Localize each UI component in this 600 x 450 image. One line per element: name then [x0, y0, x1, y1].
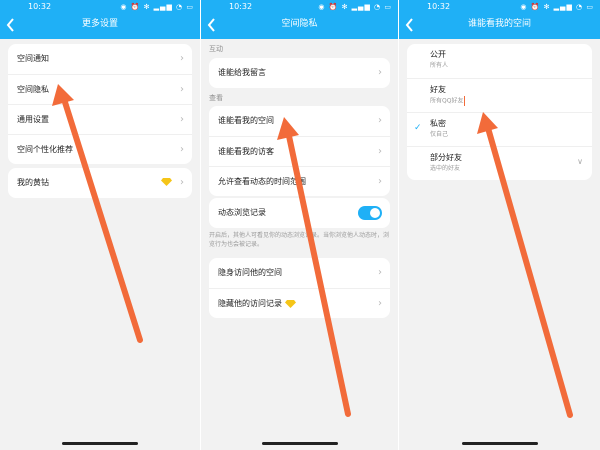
row-label: 谁能看我的空间	[218, 116, 274, 125]
interact-card: 谁能给我留言 ›	[209, 58, 390, 88]
yellow-diamond-icon	[284, 299, 296, 308]
row-label: 空间个性化推荐	[17, 145, 73, 154]
row-who-can-leave-message[interactable]: 谁能给我留言 ›	[209, 58, 390, 88]
yellow-diamond-icon	[161, 178, 172, 186]
option-title: 公开	[430, 50, 446, 59]
top-bar: 10:32 ◉ ⏰ ✻ ▂▄▆ ◔ ▭ 更多设置	[0, 0, 200, 39]
chevron-right-icon: ›	[180, 53, 184, 64]
back-chevron-icon[interactable]	[4, 16, 18, 34]
row-label: 隐身访问他的空间	[218, 268, 282, 277]
row-hide-visit-record[interactable]: 隐藏他的访问记录 ›	[209, 288, 390, 318]
row-label: 我的黄钻	[17, 178, 49, 187]
option-public[interactable]: 公开 所有人	[407, 44, 592, 78]
browse-record-description: 开启后，其他人可看见你的动态浏览记录。当你浏览他人动态时，浏览行为也会被记录。	[209, 232, 390, 248]
row-label: 空间通知	[17, 54, 49, 63]
back-chevron-icon[interactable]	[205, 16, 219, 34]
browse-record-card: 动态浏览记录	[209, 198, 390, 228]
row-label: 动态浏览记录	[218, 208, 266, 217]
row-feed-time-range[interactable]: 允许查看动态的时间范围 ›	[209, 166, 390, 196]
chevron-right-icon: ›	[378, 176, 382, 187]
top-bar: 10:32 ◉ ⏰ ✻ ▂▄▆ ◔ ▭ 空间隐私	[201, 0, 398, 39]
home-indicator[interactable]	[461, 442, 538, 445]
row-label: 空间隐私	[17, 85, 49, 94]
option-private[interactable]: ✓ 私密 仅自己	[407, 112, 592, 146]
option-subtitle: 仅自己	[430, 131, 449, 138]
status-icons: ◉ ⏰ ✻ ▂▄▆ ◔ ▭	[318, 3, 392, 11]
chevron-right-icon: ›	[378, 267, 382, 278]
browse-record-toggle[interactable]	[358, 206, 382, 220]
text-cursor	[464, 96, 466, 106]
page-title: 谁能看我的空间	[467, 19, 531, 29]
back-chevron-icon[interactable]	[403, 16, 417, 34]
row-space-notifications[interactable]: 空间通知 ›	[8, 44, 192, 74]
option-title: 部分好友	[430, 153, 462, 162]
screen-space-privacy: 10:32 ◉ ⏰ ✻ ▂▄▆ ◔ ▭ 空间隐私 互动 谁能给我留言 › 查看 谁…	[201, 0, 398, 450]
chevron-right-icon: ›	[180, 144, 184, 155]
section-label-interact: 互动	[209, 45, 223, 53]
status-time: 10:32	[427, 2, 451, 11]
chevron-right-icon: ›	[378, 115, 382, 126]
status-bar: 10:32 ◉ ⏰ ✻ ▂▄▆ ◔ ▭	[0, 0, 200, 14]
row-label: 隐藏他的访问记录	[218, 299, 282, 308]
home-indicator[interactable]	[62, 442, 138, 445]
section-label-view: 查看	[209, 94, 223, 102]
visibility-options-card: 公开 所有人 好友 所有QQ好友 ✓ 私密 仅自己 部分好友 选中的好友 ∨	[407, 44, 592, 180]
view-card: 谁能看我的空间 › 谁能看我的访客 › 允许查看动态的时间范围 ›	[209, 106, 390, 196]
yellow-diamond-card: 我的黄钻 ›	[8, 168, 192, 198]
row-my-yellow-diamond[interactable]: 我的黄钻 ›	[8, 168, 192, 198]
settings-card: 空间通知 › 空间隐私 › 通用设置 › 空间个性化推荐 ›	[8, 44, 192, 164]
screen-who-can-view-space: 10:32 ◉ ⏰ ✻ ▂▄▆ ◔ ▭ 谁能看我的空间 公开 所有人 好友 所有…	[399, 0, 600, 450]
chevron-right-icon: ›	[378, 67, 382, 78]
row-label: 通用设置	[17, 115, 49, 124]
row-feed-browse-record: 动态浏览记录	[209, 198, 390, 228]
home-indicator[interactable]	[261, 442, 338, 445]
option-subtitle: 所有人	[430, 62, 449, 69]
row-who-can-view-visitors[interactable]: 谁能看我的访客 ›	[209, 136, 390, 166]
top-bar: 10:32 ◉ ⏰ ✻ ▂▄▆ ◔ ▭ 谁能看我的空间	[399, 0, 600, 39]
status-time: 10:32	[28, 2, 52, 11]
option-subtitle: 所有QQ好友	[430, 96, 592, 107]
row-label: 谁能看我的访客	[218, 147, 274, 156]
row-label: 谁能给我留言	[218, 68, 266, 77]
chevron-right-icon: ›	[180, 114, 184, 125]
chevron-right-icon: ›	[378, 298, 382, 309]
status-bar: 10:32 ◉ ⏰ ✻ ▂▄▆ ◔ ▭	[399, 0, 600, 14]
screen-more-settings: 10:32 ◉ ⏰ ✻ ▂▄▆ ◔ ▭ 更多设置 空间通知 › 空间隐私 › 通用设…	[0, 0, 200, 450]
page-title: 更多设置	[81, 19, 118, 29]
chevron-right-icon: ›	[180, 84, 184, 95]
row-label: 允许查看动态的时间范围	[218, 177, 306, 186]
option-subtitle: 选中的好友	[430, 165, 461, 172]
page-title: 空间隐私	[281, 19, 318, 29]
row-space-privacy[interactable]: 空间隐私 ›	[8, 74, 192, 104]
chevron-right-icon: ›	[378, 146, 382, 157]
row-who-can-view-space[interactable]: 谁能看我的空间 ›	[209, 106, 390, 136]
option-title: 私密	[430, 119, 446, 128]
check-icon: ✓	[414, 123, 422, 133]
chevron-right-icon: ›	[180, 177, 184, 188]
option-friends[interactable]: 好友 所有QQ好友	[407, 78, 592, 112]
option-subtitle-text: 所有QQ好友	[430, 97, 464, 105]
status-icons: ◉ ⏰ ✻ ▂▄▆ ◔ ▭	[120, 3, 194, 11]
row-personalized-recommend[interactable]: 空间个性化推荐 ›	[8, 134, 192, 164]
option-some-friends[interactable]: 部分好友 选中的好友 ∨	[407, 146, 592, 180]
other-card: 隐身访问他的空间 › 隐藏他的访问记录 ›	[209, 258, 390, 318]
row-incognito-visit[interactable]: 隐身访问他的空间 ›	[209, 258, 390, 288]
option-title: 好友	[430, 85, 446, 94]
status-icons: ◉ ⏰ ✻ ▂▄▆ ◔ ▭	[520, 3, 594, 11]
row-general-settings[interactable]: 通用设置 ›	[8, 104, 192, 134]
chevron-down-icon[interactable]: ∨	[577, 157, 583, 166]
status-time: 10:32	[229, 2, 253, 11]
status-bar: 10:32 ◉ ⏰ ✻ ▂▄▆ ◔ ▭	[201, 0, 398, 14]
